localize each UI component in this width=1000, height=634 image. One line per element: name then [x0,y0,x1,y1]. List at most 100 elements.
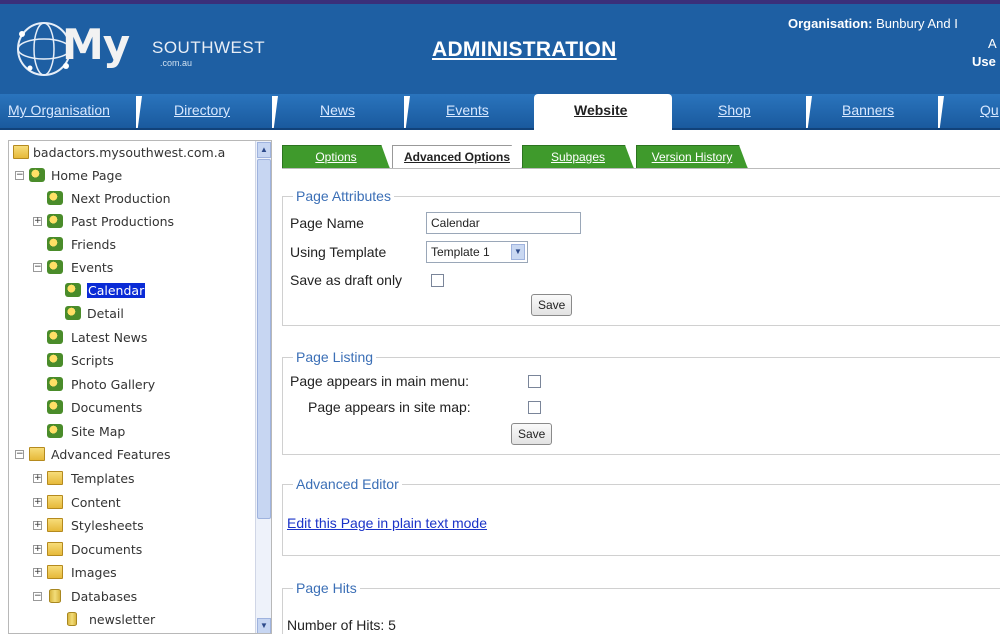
tree-label-selected: Calendar [87,283,146,298]
nav-website-active-tab[interactable]: Website [534,94,672,130]
tree-label: Next Production [71,191,171,206]
page-name-input[interactable]: Calendar [426,212,581,234]
nav-separator [272,96,278,128]
organisation-label: Organisation: [788,16,873,31]
tree-label: Images [71,565,117,580]
tree-root-label: badactors.mysouthwest.com.a [33,145,226,160]
nav-shop[interactable]: Shop [718,102,751,118]
advanced-editor-fieldset: Advanced Editor Edit this Page in plain … [282,476,1000,556]
tree-label: Templates [71,471,135,486]
tab-version-history[interactable]: Version History [636,145,748,169]
admin-title-link[interactable]: ADMINISTRATION [432,38,617,62]
organisation-value: Bunbury And I [876,16,958,31]
tree-label: Home Page [51,168,123,183]
nav-website-label: Website [574,102,628,118]
nav-qu[interactable]: Qu [980,102,999,118]
edit-plain-text-link[interactable]: Edit this Page in plain text mode [287,515,487,531]
template-select[interactable]: Template 1 ▼ [426,241,528,263]
user-label-fragment: Use [972,54,996,69]
nav-banners[interactable]: Banners [842,102,894,118]
advanced-editor-legend: Advanced Editor [293,476,402,492]
tree-label: Site Map [71,424,126,439]
folder-icon [47,495,63,509]
tree-label: Stylesheets [71,518,144,533]
expand-icon[interactable]: + [33,545,42,554]
tree-label: Latest News [71,330,148,345]
folder-icon [13,145,29,159]
using-template-label: Using Template [290,244,387,260]
main-menu-checkbox[interactable] [528,375,541,388]
tab-underline [282,168,1000,169]
chevron-down-icon: ▼ [511,244,525,260]
tree-label: Documents [71,400,143,415]
page-icon [47,377,63,391]
page-listing-legend: Page Listing [293,349,377,365]
tab-advanced-options[interactable]: Advanced Options [392,145,522,169]
expand-icon[interactable]: + [33,217,42,226]
folder-icon [47,518,63,532]
collapse-icon[interactable]: − [15,450,24,459]
tree-label: Databases [71,589,138,604]
main-menu-label: Page appears in main menu: [290,373,469,389]
page-icon [47,191,63,205]
logo-my-text: My [62,20,130,69]
page-attributes-fieldset: Page Attributes Page Name Calendar Using… [282,188,1000,326]
page-attributes-legend: Page Attributes [293,188,394,204]
database-icon [49,589,61,603]
collapse-icon[interactable]: − [33,263,42,272]
nav-directory[interactable]: Directory [174,102,230,118]
tab-subpages[interactable]: Subpages [522,145,634,169]
nav-news[interactable]: News [320,102,355,118]
page-icon [47,353,63,367]
nav-events[interactable]: Events [446,102,489,118]
collapse-icon[interactable]: − [15,171,24,180]
page-hits-fieldset: Page Hits Number of Hits: 5 [282,580,1000,634]
number-of-hits-text: Number of Hits: 5 [287,617,396,633]
tree-label: Content [71,495,121,510]
folder-icon [47,471,63,485]
header: My SOUTHWEST .com.au ADMINISTRATION Orga… [0,0,1000,94]
nav-my-organisation[interactable]: My Organisation [8,102,110,118]
scroll-down-arrow-icon[interactable]: ▼ [257,618,271,633]
tree-label: Scripts [71,353,114,368]
page-icon [65,283,81,297]
tree-scrollbar[interactable]: ▲ ▼ [255,141,271,633]
folder-icon [47,542,63,556]
page-name-label: Page Name [290,215,364,231]
tree-label: Past Productions [71,214,175,229]
logo-southwest-text: SOUTHWEST [152,38,266,57]
expand-icon[interactable]: + [33,521,42,530]
site-map-checkbox[interactable] [528,401,541,414]
site-tree[interactable]: badactors.mysouthwest.com.a − Home Page … [8,140,272,634]
tree-label: Advanced Features [51,447,171,462]
nav-separator [806,96,812,128]
logo[interactable]: My SOUTHWEST .com.au [10,14,265,86]
tree-label: newsletter [89,612,156,627]
page-icon [47,424,63,438]
folder-icon [29,447,45,461]
page-hits-legend: Page Hits [293,580,360,596]
page-attributes-save-button[interactable]: Save [531,294,573,316]
main-nav: My Organisation Directory News Events Sh… [0,94,1000,130]
expand-icon[interactable]: + [33,474,42,483]
page-listing-save-button[interactable]: Save [511,423,553,445]
scroll-up-arrow-icon[interactable]: ▲ [257,142,271,158]
page-icon [47,400,63,414]
collapse-icon[interactable]: − [33,592,42,601]
scroll-thumb[interactable] [257,159,271,519]
tree-label: Events [71,260,114,275]
tree-label: Photo Gallery [71,377,156,392]
page-icon [47,237,63,251]
page-listing-fieldset: Page Listing Page appears in main menu: … [282,349,1000,455]
expand-icon[interactable]: + [33,498,42,507]
tree-label: Detail [87,306,124,321]
page-icon [47,330,63,344]
header-line2-fragment: A [988,36,997,51]
page-icon [47,214,63,228]
expand-icon[interactable]: + [33,568,42,577]
folder-icon [47,565,63,579]
tab-options[interactable]: Options [282,145,390,169]
site-map-label: Page appears in site map: [308,399,471,415]
nav-separator [938,96,944,128]
save-draft-checkbox[interactable] [431,274,444,287]
